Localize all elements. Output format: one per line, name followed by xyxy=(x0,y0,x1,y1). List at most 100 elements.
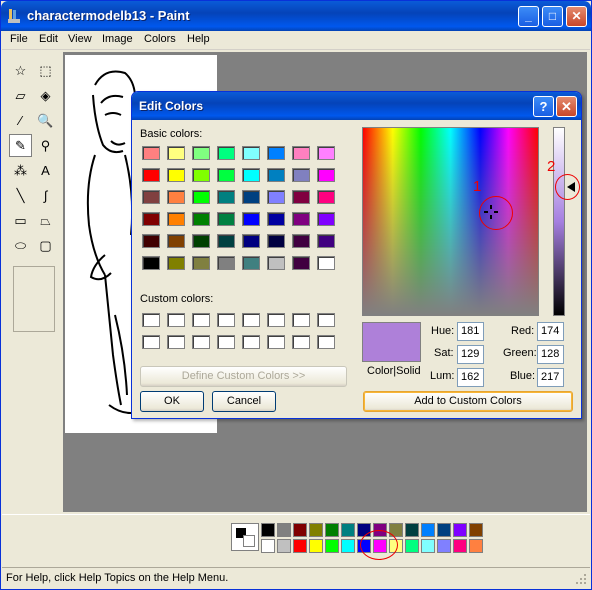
ok-button[interactable]: OK xyxy=(140,391,204,412)
blue-input[interactable]: 217 xyxy=(537,368,564,387)
ellipse-icon[interactable]: ⬭ xyxy=(9,234,32,257)
resize-grip-icon[interactable] xyxy=(575,573,587,585)
custom-color-swatch[interactable] xyxy=(192,313,210,327)
palette-swatch[interactable] xyxy=(453,539,467,553)
basic-color-swatch[interactable] xyxy=(317,190,335,204)
basic-color-swatch[interactable] xyxy=(292,190,310,204)
palette-swatch[interactable] xyxy=(405,523,419,537)
basic-color-swatch[interactable] xyxy=(192,168,210,182)
custom-color-swatch[interactable] xyxy=(242,335,260,349)
pencil-icon[interactable]: ✎ xyxy=(9,134,32,157)
palette-swatch[interactable] xyxy=(341,539,355,553)
basic-color-swatch[interactable] xyxy=(292,168,310,182)
color-picker-icon[interactable]: ⁄ xyxy=(9,109,32,132)
palette-swatch[interactable] xyxy=(469,539,483,553)
current-colors[interactable] xyxy=(231,523,259,551)
custom-color-swatch[interactable] xyxy=(292,313,310,327)
free-select-icon[interactable]: ☆ xyxy=(9,59,32,82)
custom-color-swatch[interactable] xyxy=(267,335,285,349)
basic-color-swatch[interactable] xyxy=(317,256,335,270)
menu-file[interactable]: File xyxy=(10,33,28,45)
palette-swatch[interactable] xyxy=(261,523,275,537)
custom-color-swatch[interactable] xyxy=(142,335,160,349)
palette-swatch[interactable] xyxy=(325,539,339,553)
basic-color-swatch[interactable] xyxy=(267,190,285,204)
maximize-button[interactable]: □ xyxy=(542,6,563,27)
custom-color-swatch[interactable] xyxy=(317,335,335,349)
basic-color-swatch[interactable] xyxy=(167,146,185,160)
custom-color-swatch[interactable] xyxy=(142,313,160,327)
basic-color-swatch[interactable] xyxy=(167,256,185,270)
lum-input[interactable]: 162 xyxy=(457,368,484,387)
basic-color-swatch[interactable] xyxy=(167,234,185,248)
red-input[interactable]: 174 xyxy=(537,322,564,341)
basic-color-swatch[interactable] xyxy=(267,146,285,160)
basic-color-swatch[interactable] xyxy=(267,168,285,182)
basic-color-swatch[interactable] xyxy=(192,146,210,160)
palette-swatch[interactable] xyxy=(325,523,339,537)
basic-color-swatch[interactable] xyxy=(142,168,160,182)
menu-edit[interactable]: Edit xyxy=(39,33,58,45)
color-spectrum[interactable] xyxy=(362,127,539,316)
palette-swatch[interactable] xyxy=(261,539,275,553)
magnifier-icon[interactable]: 🔍 xyxy=(34,109,57,132)
hue-input[interactable]: 181 xyxy=(457,322,484,341)
basic-color-swatch[interactable] xyxy=(142,234,160,248)
brush-icon[interactable]: ⚲ xyxy=(34,134,57,157)
basic-color-swatch[interactable] xyxy=(242,190,260,204)
custom-color-swatch[interactable] xyxy=(317,313,335,327)
basic-color-swatch[interactable] xyxy=(142,212,160,226)
basic-color-swatch[interactable] xyxy=(292,234,310,248)
basic-color-swatch[interactable] xyxy=(217,212,235,226)
basic-color-swatch[interactable] xyxy=(317,168,335,182)
minimize-button[interactable]: _ xyxy=(518,6,539,27)
add-to-custom-colors-button[interactable]: Add to Custom Colors xyxy=(363,391,573,412)
title-bar[interactable]: charactermodelb13 - Paint _ □ ✕ xyxy=(1,1,591,31)
basic-color-swatch[interactable] xyxy=(217,234,235,248)
basic-color-swatch[interactable] xyxy=(142,190,160,204)
rect-select-icon[interactable]: ⬚ xyxy=(34,59,57,82)
basic-color-swatch[interactable] xyxy=(292,146,310,160)
custom-color-swatch[interactable] xyxy=(267,313,285,327)
menu-help[interactable]: Help xyxy=(187,33,210,45)
polygon-icon[interactable]: ⏢ xyxy=(34,209,57,232)
basic-color-swatch[interactable] xyxy=(192,234,210,248)
palette-swatch[interactable] xyxy=(469,523,483,537)
basic-color-swatch[interactable] xyxy=(217,146,235,160)
basic-color-swatch[interactable] xyxy=(217,256,235,270)
basic-color-swatch[interactable] xyxy=(242,146,260,160)
text-icon[interactable]: A xyxy=(34,159,57,182)
close-button[interactable]: ✕ xyxy=(566,6,587,27)
green-input[interactable]: 128 xyxy=(537,345,564,364)
basic-color-swatch[interactable] xyxy=(242,256,260,270)
palette-swatch[interactable] xyxy=(309,539,323,553)
basic-color-swatch[interactable] xyxy=(217,190,235,204)
basic-color-swatch[interactable] xyxy=(317,212,335,226)
palette-swatch[interactable] xyxy=(421,523,435,537)
define-custom-colors-button[interactable]: Define Custom Colors >> xyxy=(140,366,347,387)
custom-color-swatch[interactable] xyxy=(167,335,185,349)
palette-swatch[interactable] xyxy=(277,539,291,553)
custom-color-swatch[interactable] xyxy=(217,313,235,327)
airbrush-icon[interactable]: ⁂ xyxy=(9,159,32,182)
palette-swatch[interactable] xyxy=(341,523,355,537)
rectangle-icon[interactable]: ▭ xyxy=(9,209,32,232)
custom-color-swatch[interactable] xyxy=(167,313,185,327)
help-button[interactable]: ? xyxy=(533,96,554,117)
basic-color-swatch[interactable] xyxy=(292,212,310,226)
basic-color-swatch[interactable] xyxy=(192,190,210,204)
menu-image[interactable]: Image xyxy=(102,33,133,45)
custom-color-swatch[interactable] xyxy=(242,313,260,327)
line-icon[interactable]: ╲ xyxy=(9,184,32,207)
basic-color-swatch[interactable] xyxy=(242,212,260,226)
menu-view[interactable]: View xyxy=(68,33,92,45)
palette-swatch[interactable] xyxy=(453,523,467,537)
basic-color-swatch[interactable] xyxy=(167,212,185,226)
palette-swatch[interactable] xyxy=(293,523,307,537)
tool-options[interactable] xyxy=(13,266,55,332)
basic-color-swatch[interactable] xyxy=(242,234,260,248)
basic-color-swatch[interactable] xyxy=(142,256,160,270)
basic-color-swatch[interactable] xyxy=(267,256,285,270)
basic-color-swatch[interactable] xyxy=(217,168,235,182)
eraser-icon[interactable]: ▱ xyxy=(9,84,32,107)
